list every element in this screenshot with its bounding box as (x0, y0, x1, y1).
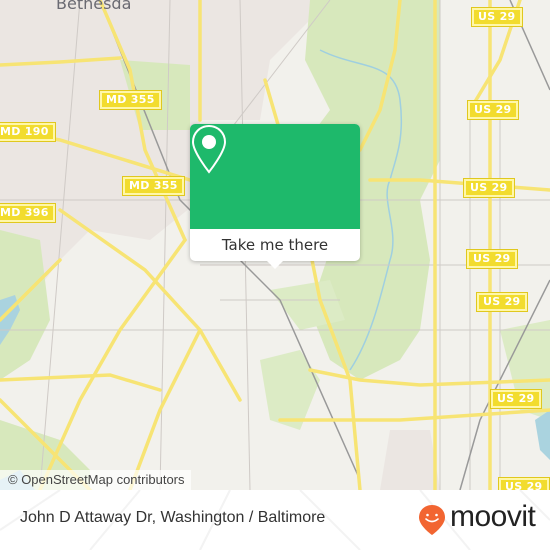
urban-area (380, 430, 440, 490)
route-shield: MD 355 (122, 176, 185, 196)
popup-header (190, 124, 360, 229)
location-title: John D Attaway Dr, Washington / Baltimor… (20, 509, 326, 526)
moovit-logo[interactable]: moovit (418, 500, 536, 535)
map-attribution[interactable]: © OpenStreetMap contributors (0, 470, 191, 490)
route-shield: US 29 (490, 389, 542, 409)
route-shield: US 29 (467, 100, 519, 120)
route-shield: MD 355 (99, 90, 162, 110)
map-view[interactable]: Bethesda MD 355 MD 355 MD 190 MD 396 US … (0, 0, 550, 490)
location-popup: Take me there (190, 124, 360, 269)
route-shield: US 29 (498, 477, 550, 490)
take-me-there-button[interactable]: Take me there (190, 229, 360, 261)
moovit-smile-pin-icon (419, 505, 445, 535)
footer-bar: John D Attaway Dr, Washington / Baltimor… (0, 490, 550, 550)
map-pin-icon (191, 124, 227, 174)
route-shield: MD 396 (0, 203, 56, 223)
moovit-wordmark: moovit (450, 500, 536, 533)
route-shield: MD 190 (0, 122, 56, 142)
place-label-bethesda: Bethesda (56, 0, 132, 13)
route-shield: US 29 (476, 292, 528, 312)
popup-pointer (267, 261, 283, 269)
park-area (260, 350, 320, 430)
route-shield: US 29 (463, 178, 515, 198)
water-reservoir (535, 410, 550, 460)
route-shield: US 29 (466, 249, 518, 269)
route-shield: US 29 (471, 7, 523, 27)
